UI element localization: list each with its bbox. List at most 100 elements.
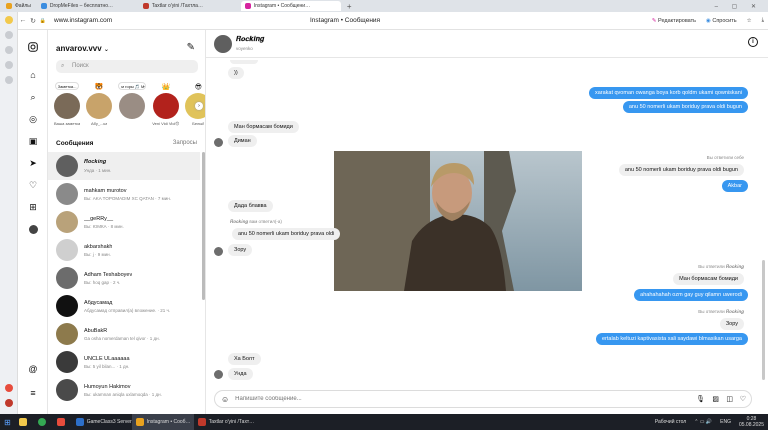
new-message-icon[interactable]: ✎ <box>187 42 195 53</box>
message-bubble-outgoing[interactable]: ahahahahah ozm gay guy qilamn uwerodi <box>634 289 748 301</box>
microphone-icon[interactable]: 🎙 <box>696 395 705 403</box>
message-bubble-outgoing[interactable]: anu 50 nomerli ukam boriduy prava oldi b… <box>622 101 748 113</box>
conversation-item[interactable]: akbarshakh Вы: j · 9 мин. <box>48 236 200 264</box>
browser-tab[interactable]: Файлы <box>2 1 35 11</box>
window-controls-icon[interactable]: – ▢ ✕ <box>715 3 762 10</box>
info-icon[interactable]: i <box>748 37 758 47</box>
taskbar-app[interactable] <box>34 414 53 430</box>
message-bubble-incoming[interactable]: anu 50 nomerli ukam boriduy prava oldi b… <box>618 164 744 176</box>
reply-label: Вы ответили 𝑹𝒐𝒄𝒌𝒊𝒏𝒈 <box>698 264 744 269</box>
tab-favicon-icon <box>40 3 47 9</box>
taskbar-app-active[interactable]: Instagram • Сооб… <box>131 414 194 430</box>
message-bubble-outgoing[interactable]: xarakat qvoman owanga boya korb qoldm uk… <box>588 87 748 99</box>
note-emoji-icon: 🐯 <box>92 82 106 90</box>
note-item[interactable]: м горы 🎵 Мурод & Anis… <box>118 82 147 130</box>
alice-icon[interactable] <box>4 384 13 392</box>
browser-tab[interactable]: Taxtlar o'yini /Тахтла… <box>139 1 239 11</box>
messages-icon[interactable]: ➤ <box>18 152 48 174</box>
clock[interactable]: 0:28 05.08.2025 <box>739 416 764 428</box>
sender-avatar <box>214 247 223 256</box>
browser-tab[interactable]: DropMeFiles – бесплатно… <box>37 1 137 11</box>
taskbar-app[interactable]: GameClass3 Server <box>72 414 132 430</box>
conversation-item[interactable]: AbuBakR Ga osha nomerdaman tel qivor · 1 … <box>48 320 200 348</box>
url-field[interactable]: www.instagram.com <box>54 17 112 24</box>
notifications-icon[interactable]: ♡ <box>18 174 48 196</box>
home-icon[interactable]: ⌂ <box>18 64 48 86</box>
search-icon[interactable]: ⌕ <box>18 86 48 108</box>
conversation-item[interactable]: mahkam murotov Вы: AKA TOPOMADIM XC QATAN… <box>48 180 200 208</box>
taskbar-app[interactable] <box>15 414 34 430</box>
create-icon[interactable]: ⊞ <box>18 196 48 218</box>
avatar <box>56 323 78 345</box>
taskbar-app[interactable] <box>53 414 72 430</box>
conversation-item[interactable]: __geRRy__ Вы: ЮМКА · 8 мин. <box>48 208 200 236</box>
edit-button[interactable]: ✎ Редактировать <box>652 18 696 24</box>
notes-row: Заметка... Ваша заметка 🐯 Абу_...ка м горы… <box>54 82 205 130</box>
avatar <box>54 93 81 119</box>
requests-link[interactable]: Запросы <box>173 140 197 146</box>
message-bubble-incoming[interactable]: Ха Болт <box>228 353 261 365</box>
message-bubble-partial <box>230 60 258 64</box>
files-icon[interactable] <box>4 16 13 24</box>
panel-icon[interactable] <box>4 399 13 407</box>
video-message[interactable] <box>334 151 582 291</box>
message-bubble-outgoing[interactable]: ertalab keltuzi kaptivasista xali saydaw… <box>595 333 748 345</box>
desktop-toolbar[interactable]: Рабочий стол <box>655 419 686 425</box>
sticker-icon[interactable]: ◫ <box>726 395 733 403</box>
heart-icon[interactable]: ♡ <box>740 395 746 403</box>
search-input[interactable]: ⌕ Поиск <box>56 60 198 73</box>
avatar <box>119 93 146 119</box>
chrome-icon <box>37 418 46 426</box>
language-indicator[interactable]: ENG <box>720 419 731 425</box>
taskbar-app[interactable]: Taxtlar o'yini /Тахт… <box>194 414 256 430</box>
emoji-icon[interactable]: ☺ <box>221 395 229 404</box>
instagram-logo-icon[interactable] <box>18 36 48 58</box>
message-bubble-incoming[interactable]: anu 50 nomerli ukam boriduy prava oldi <box>232 228 341 240</box>
note-item[interactable]: Заметка... Ваша заметка <box>54 82 80 130</box>
threads-icon[interactable]: @ <box>18 358 48 380</box>
reels-icon[interactable]: ▣ <box>18 130 48 152</box>
message-bubble-incoming[interactable]: Ман бормасам бомиди <box>228 121 299 133</box>
message-bubble-incoming[interactable]: )) <box>228 67 244 79</box>
browser-tab-active[interactable]: Instagram • Сообщени… <box>240 1 341 11</box>
reload-icon[interactable]: ↻ <box>28 17 38 25</box>
message-bubble-incoming[interactable]: Унда <box>228 368 253 380</box>
tray-icons[interactable]: ⌃ ▭ 🔊 <box>694 419 712 425</box>
account-switcher[interactable]: anvarov.vvv ⌄ <box>56 44 109 53</box>
start-button[interactable]: ⊞ <box>0 414 15 430</box>
conversation-item[interactable]: Adham Teshaboyev Вы: hoq gap · 2 ч. <box>48 264 200 292</box>
panel-icon[interactable] <box>4 31 13 39</box>
bookmark-icon[interactable]: ☆ <box>747 18 752 24</box>
note-item[interactable]: 👑 Veni Vidi Vici😍 <box>152 82 179 130</box>
message-bubble-incoming[interactable]: Дада блавва <box>228 200 273 212</box>
ask-button[interactable]: ◉ Спросить <box>706 18 737 24</box>
chevron-down-icon: ⌄ <box>103 47 109 53</box>
note-item[interactable]: 🐯 Абу_...ка <box>86 82 113 130</box>
contact-name[interactable]: 𝑹𝒐𝒄𝒌𝒊𝒏𝒈 <box>236 36 264 44</box>
chat-scrollbar[interactable] <box>762 260 765 380</box>
notes-next-icon[interactable]: › <box>195 102 203 110</box>
profile-avatar[interactable] <box>18 218 48 240</box>
conversation-item[interactable]: Абдусамад Абдусамад отправил(а) вложение.… <box>48 292 200 320</box>
back-arrow-icon[interactable]: ← <box>18 17 28 24</box>
conversation-item[interactable]: UNCLE ULaaaaaa Вы: 5 yil bilan... · 1 дн. <box>48 348 200 376</box>
message-bubble-incoming[interactable]: Ман бормасам бомиди <box>673 273 744 285</box>
panel-icon[interactable] <box>4 61 13 69</box>
download-icon[interactable]: ⤓ <box>762 17 764 24</box>
conversation-item[interactable]: Humoyun Hakimov Вы: ukamnan aniqla uxlamo… <box>48 376 200 404</box>
contact-avatar[interactable] <box>214 35 232 53</box>
message-bubble-outgoing[interactable]: Akbar <box>721 180 748 192</box>
conversation-item[interactable]: 𝑹𝒐𝒄𝒌𝒊𝒏𝒈 Унда · 1 мин. <box>48 152 200 180</box>
new-tab-icon[interactable]: + <box>347 2 352 11</box>
explore-icon[interactable]: ◎ <box>18 108 48 130</box>
more-menu-icon[interactable]: ≡ <box>18 382 48 404</box>
image-icon[interactable]: ▨ <box>712 395 719 403</box>
message-bubble-incoming[interactable]: Зору <box>228 244 253 256</box>
panel-icon[interactable] <box>4 76 13 84</box>
avatar <box>86 93 113 119</box>
message-input[interactable] <box>235 396 656 402</box>
message-bubble-incoming[interactable]: Зору <box>719 318 744 330</box>
conversation-scrollbar[interactable] <box>202 152 205 300</box>
message-bubble-incoming[interactable]: Диман <box>228 135 257 147</box>
panel-icon[interactable] <box>4 46 13 54</box>
